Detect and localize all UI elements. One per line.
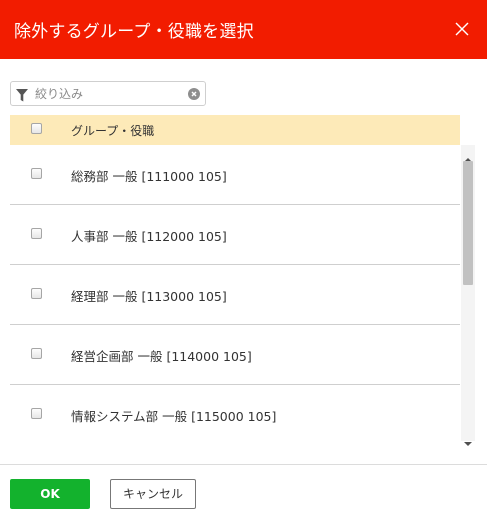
filter-input[interactable]	[35, 84, 195, 104]
row-label: 経理部 一般 [113000 105]	[71, 289, 227, 304]
row-checkbox[interactable]	[31, 228, 42, 239]
row-label: 経営企画部 一般 [114000 105]	[71, 349, 252, 364]
filter-box	[10, 81, 206, 106]
scrollbar-thumb[interactable]	[463, 161, 473, 285]
scroll-up-arrow-icon[interactable]	[464, 148, 472, 162]
row-checkbox[interactable]	[31, 168, 42, 179]
scroll-down-arrow-icon[interactable]	[464, 432, 472, 446]
table-header: グループ・役職	[10, 115, 460, 145]
list-item[interactable]: 経営企画部 一般 [114000 105]	[10, 325, 460, 385]
row-label: 人事部 一般 [112000 105]	[71, 229, 227, 244]
footer-divider	[0, 464, 487, 465]
list-scrollbar[interactable]	[461, 145, 475, 446]
list-item[interactable]: 情報システム部 一般 [115000 105]	[10, 385, 460, 441]
column-header-label: グループ・役職	[71, 124, 155, 138]
ok-button[interactable]: OK	[10, 479, 90, 509]
group-list: 総務部 一般 [111000 105] 人事部 一般 [112000 105] …	[10, 145, 460, 441]
close-icon[interactable]	[453, 20, 471, 38]
list-item[interactable]: 人事部 一般 [112000 105]	[10, 205, 460, 265]
funnel-icon	[16, 87, 28, 102]
list-item[interactable]: 経理部 一般 [113000 105]	[10, 265, 460, 325]
clear-icon[interactable]	[188, 88, 200, 100]
row-checkbox[interactable]	[31, 348, 42, 359]
row-label: 総務部 一般 [111000 105]	[71, 169, 227, 184]
list-item[interactable]: 総務部 一般 [111000 105]	[10, 145, 460, 205]
row-label: 情報システム部 一般 [115000 105]	[71, 409, 277, 424]
dialog-title: 除外するグループ・役職を選択	[14, 22, 254, 42]
row-checkbox[interactable]	[31, 408, 42, 419]
select-all-checkbox[interactable]	[31, 123, 42, 134]
row-checkbox[interactable]	[31, 288, 42, 299]
cancel-button[interactable]: キャンセル	[110, 479, 196, 509]
dialog-header: 除外するグループ・役職を選択	[0, 0, 487, 59]
